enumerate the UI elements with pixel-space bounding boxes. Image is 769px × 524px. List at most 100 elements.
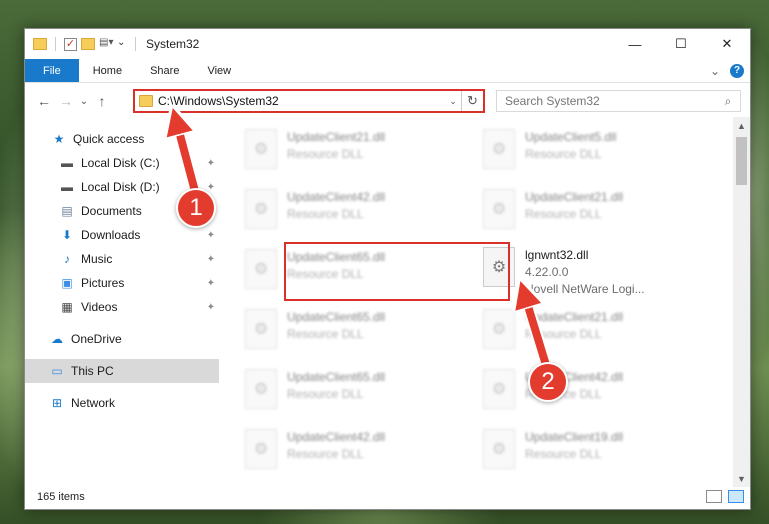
pin-icon[interactable]: ✦ <box>207 182 215 193</box>
highlight-frame <box>284 242 510 301</box>
pin-icon[interactable]: ✦ <box>207 230 215 241</box>
dll-file-icon: ⚙ <box>245 429 277 469</box>
address-bar[interactable]: C:\Windows\System32 ⌄ ↻ <box>133 89 485 113</box>
dll-file-icon: ⚙ <box>245 249 277 289</box>
dll-file-icon: ⚙ <box>245 129 277 169</box>
back-button[interactable]: ← <box>33 90 55 112</box>
file-tile[interactable]: ⚙ UpdateClient21.dll Resource DLL <box>459 185 689 241</box>
sidebar-item-pictures[interactable]: ▣ Pictures ✦ <box>25 271 219 295</box>
title-bar: ✓ ▤▾ ⌄ System32 — ☐ ✕ <box>25 29 750 59</box>
download-icon: ⬇ <box>61 228 73 242</box>
pin-icon[interactable]: ✦ <box>207 278 215 289</box>
documents-icon: ▤ <box>61 204 73 218</box>
folder-icon <box>139 95 153 107</box>
tab-file[interactable]: File <box>25 59 79 82</box>
divider <box>55 37 56 51</box>
ribbon-right-controls: ⌄ ? <box>710 59 750 82</box>
refresh-button[interactable]: ↻ <box>461 91 483 111</box>
minimize-button[interactable]: — <box>612 29 658 59</box>
recent-locations-button[interactable]: ⌄ <box>77 90 91 112</box>
pin-icon[interactable]: ✦ <box>207 302 215 313</box>
file-name: lgnwnt32.dll <box>525 248 589 262</box>
help-icon[interactable]: ? <box>730 63 744 78</box>
file-description: Resource DLL <box>287 387 364 401</box>
address-dropdown-icon[interactable]: ⌄ <box>445 96 461 107</box>
file-name: UpdateClient65.dll <box>287 310 386 324</box>
file-description: Resource DLL <box>287 147 364 161</box>
file-name: UpdateClient19.dll <box>525 430 624 444</box>
sidebar-item-label: Downloads <box>81 228 141 242</box>
toolbar-dropdown-icon[interactable]: ⌄ <box>117 37 131 51</box>
file-tile[interactable]: ⚙ UpdateClient42.dll Resource DLL <box>221 425 451 481</box>
sidebar-item-label: Videos <box>81 300 118 314</box>
file-version: 4.22.0.0 <box>525 265 569 279</box>
navigation-bar: ← → ⌄ ↑ C:\Windows\System32 ⌄ ↻ ⌕ <box>25 85 750 117</box>
file-name: UpdateClient21.dll <box>287 130 386 144</box>
file-name: UpdateClient21.dll <box>525 190 624 204</box>
file-description: Resource DLL <box>287 327 364 341</box>
file-tile[interactable]: ⚙ UpdateClient19.dll Resource DLL <box>459 425 689 481</box>
dll-file-icon: ⚙ <box>245 189 277 229</box>
tab-share[interactable]: Share <box>136 59 193 82</box>
file-tile[interactable]: ⚙ UpdateClient5.dll Resource DLL <box>459 125 689 181</box>
dll-file-icon: ⚙ <box>245 309 277 349</box>
annotation-badge-2: 2 <box>528 362 568 402</box>
sidebar-item-label: Quick access <box>73 132 145 146</box>
window-controls: — ☐ ✕ <box>612 29 750 59</box>
sidebar-item-label: Local Disk (C:) <box>81 156 160 170</box>
file-list: ⚙ UpdateClient21.dll Resource DLL ⚙ Updat… <box>221 117 735 487</box>
expand-ribbon-icon[interactable]: ⌄ <box>710 64 720 78</box>
sidebar-item-quick-access[interactable]: ★ Quick access <box>25 127 219 151</box>
search-box[interactable]: ⌕ <box>496 90 741 112</box>
status-bar: 165 items <box>25 485 750 509</box>
maximize-button[interactable]: ☐ <box>658 29 704 59</box>
properties-icon[interactable]: ✓ <box>64 37 77 51</box>
sidebar-item-local-disk-c[interactable]: ▬ Local Disk (C:) ✦ <box>25 151 219 175</box>
search-icon[interactable]: ⌕ <box>716 94 740 109</box>
file-tile[interactable]: ⚙ UpdateClient65.dll Resource DLL <box>221 365 451 421</box>
sidebar-item-label: Pictures <box>81 276 125 290</box>
sidebar-item-music[interactable]: ♪ Music ✦ <box>25 247 219 271</box>
navigation-pane: ★ Quick access ▬ Local Disk (C:) ✦ ▬ Loc… <box>25 125 219 485</box>
file-description: Resource DLL <box>287 447 364 461</box>
search-input[interactable] <box>505 94 716 108</box>
sidebar-item-this-pc[interactable]: ▭ This PC <box>25 359 219 383</box>
address-path[interactable]: C:\Windows\System32 <box>158 94 445 108</box>
details-view-button[interactable] <box>706 490 722 503</box>
music-icon: ♪ <box>64 252 70 266</box>
sidebar-item-videos[interactable]: ▦ Videos ✦ <box>25 295 219 319</box>
customize-toolbar-icon[interactable]: ▤▾ <box>99 37 113 51</box>
sidebar-item-label: Music <box>81 252 113 266</box>
file-tile[interactable]: ⚙ UpdateClient42.dll Resource DLL <box>221 185 451 241</box>
sidebar-item-label: Local Disk (D:) <box>81 180 160 194</box>
new-folder-icon[interactable] <box>81 38 95 50</box>
forward-button[interactable]: → <box>55 90 77 112</box>
tab-view[interactable]: View <box>193 59 245 82</box>
vertical-scrollbar[interactable]: ▲ ▼ <box>733 117 750 487</box>
file-name: UpdateClient42.dll <box>287 430 386 444</box>
divider <box>135 37 136 51</box>
sidebar-item-network[interactable]: ⊞ Network <box>25 391 219 415</box>
sidebar-item-label: Documents <box>81 204 142 218</box>
file-description: Resource DLL <box>287 207 364 221</box>
file-tile[interactable]: ⚙ UpdateClient65.dll Resource DLL <box>221 305 451 361</box>
up-button[interactable]: ↑ <box>91 90 113 112</box>
scroll-up-button[interactable]: ▲ <box>733 117 750 134</box>
scroll-thumb[interactable] <box>736 137 747 185</box>
dll-file-icon: ⚙ <box>245 369 277 409</box>
dll-file-icon: ⚙ <box>483 189 515 229</box>
file-name: UpdateClient5.dll <box>525 130 617 144</box>
sidebar-item-onedrive[interactable]: ☁ OneDrive <box>25 327 219 351</box>
tab-home[interactable]: Home <box>79 59 136 82</box>
dll-file-icon: ⚙ <box>483 129 515 169</box>
file-name: UpdateClient42.dll <box>287 190 386 204</box>
file-tile[interactable]: ⚙ UpdateClient42.dllResource DLL <box>459 365 689 421</box>
pin-icon[interactable]: ✦ <box>207 254 215 265</box>
close-button[interactable]: ✕ <box>704 29 750 59</box>
tiles-view-button[interactable] <box>728 490 744 503</box>
pin-icon[interactable]: ✦ <box>207 158 215 169</box>
pictures-icon: ▣ <box>61 276 73 290</box>
item-count: 165 items <box>37 491 85 503</box>
file-tile[interactable]: ⚙ UpdateClient21.dll Resource DLL <box>459 305 689 361</box>
file-tile[interactable]: ⚙ UpdateClient21.dll Resource DLL <box>221 125 451 181</box>
